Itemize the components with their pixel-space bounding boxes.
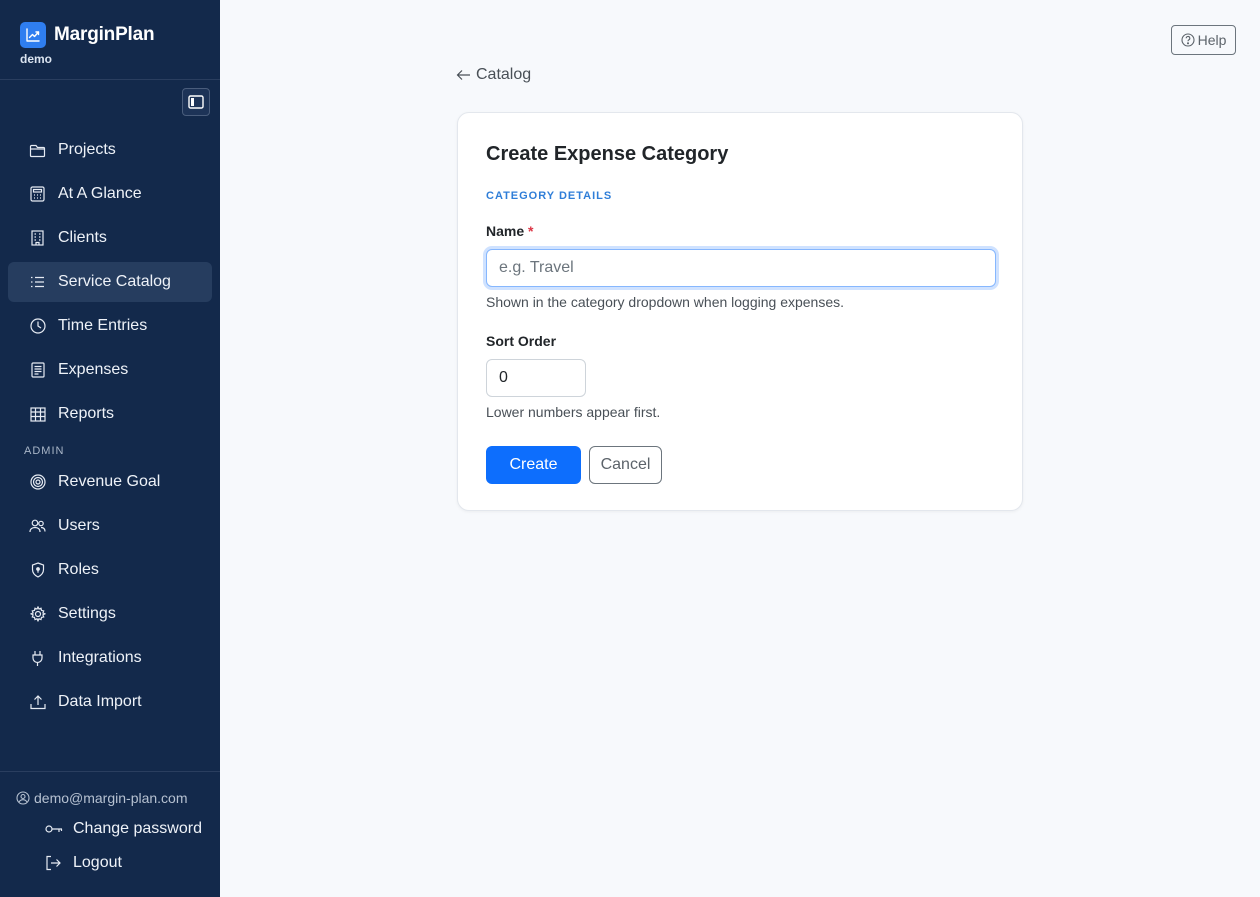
sidebar-item-label: Clients [58, 229, 107, 246]
people-icon [29, 518, 46, 535]
sidebar-item-settings[interactable]: Settings [8, 594, 212, 634]
building-icon [29, 230, 46, 247]
sidebar: MarginPlan demo Projects At A Glance Cli… [0, 0, 220, 897]
sidebar-item-expenses[interactable]: Expenses [8, 350, 212, 390]
sidebar-item-at-a-glance[interactable]: At A Glance [8, 174, 212, 214]
sidebar-divider [0, 79, 220, 80]
sidebar-divider [0, 771, 220, 772]
logout-link[interactable]: Logout [45, 854, 122, 872]
sidebar-item-label: Integrations [58, 649, 142, 666]
sidebar-item-projects[interactable]: Projects [8, 130, 212, 170]
sidebar-item-label: Revenue Goal [58, 473, 161, 490]
sidebar-item-reports[interactable]: Reports [8, 394, 212, 434]
sort-order-label: Sort Order [486, 333, 557, 349]
name-label: Name * [486, 223, 533, 239]
back-link-label: Catalog [476, 66, 532, 83]
sidebar-item-label: Settings [58, 605, 116, 622]
plug-icon [29, 650, 46, 667]
question-circle-icon [1181, 33, 1195, 47]
admin-nav: Revenue Goal Users Roles Settings Integr… [8, 462, 212, 726]
list-icon [29, 274, 46, 291]
sidebar-item-label: Projects [58, 141, 116, 158]
main-nav: Projects At A Glance Clients Service Cat… [8, 130, 212, 438]
user-email: demo@margin-plan.com [16, 790, 188, 806]
sidebar-item-label: At A Glance [58, 185, 142, 202]
sidebar-item-label: Users [58, 517, 100, 534]
sidebar-item-revenue-goal[interactable]: Revenue Goal [8, 462, 212, 502]
name-input[interactable] [486, 249, 996, 287]
page-title: Create Expense Category [486, 143, 729, 165]
gear-icon [29, 606, 46, 623]
brand[interactable]: MarginPlan [20, 22, 155, 48]
required-mark: * [528, 223, 534, 239]
sidebar-item-service-catalog[interactable]: Service Catalog [8, 262, 212, 302]
name-label-text: Name [486, 223, 525, 239]
sidebar-item-time-entries[interactable]: Time Entries [8, 306, 212, 346]
sidebar-item-users[interactable]: Users [8, 506, 212, 546]
receipt-icon [29, 362, 46, 379]
sidebar-item-label: Roles [58, 561, 99, 578]
name-help-text: Shown in the category dropdown when logg… [486, 294, 845, 310]
table-icon [29, 406, 46, 423]
sidebar-item-label: Reports [58, 405, 115, 422]
logout-label: Logout [73, 854, 122, 871]
sidebar-item-integrations[interactable]: Integrations [8, 638, 212, 678]
calculator-icon [29, 186, 46, 203]
chart-line-icon [20, 22, 46, 48]
help-label: Help [1197, 32, 1227, 48]
sidebar-item-label: Data Import [58, 693, 142, 710]
sidebar-item-label: Expenses [58, 361, 129, 378]
upload-icon [29, 694, 46, 711]
sort-order-input[interactable] [486, 359, 586, 397]
shield-icon [29, 562, 46, 579]
sidebar-item-label: Service Catalog [58, 273, 171, 290]
create-category-card: Create Expense Category CATEGORY DETAILS… [457, 112, 1023, 511]
user-circle-icon [16, 791, 30, 805]
back-to-catalog-link[interactable]: Catalog [456, 66, 531, 84]
sidebar-item-clients[interactable]: Clients [8, 218, 212, 258]
sidebar-toggle-button[interactable] [182, 88, 210, 116]
sidebar-item-label: Time Entries [58, 317, 148, 334]
nav-section-admin: ADMIN [24, 445, 65, 457]
folder-icon [29, 142, 46, 159]
arrow-left-icon [456, 69, 471, 81]
target-icon [29, 474, 46, 491]
change-password-label: Change password [73, 820, 202, 837]
key-icon [45, 824, 63, 834]
sort-order-help-text: Lower numbers appear first. [486, 404, 661, 420]
app-name: MarginPlan [54, 24, 155, 45]
sidebar-item-roles[interactable]: Roles [8, 550, 212, 590]
help-button[interactable]: Help [1171, 25, 1236, 55]
cancel-button[interactable]: Cancel [589, 446, 662, 484]
sidebar-toggle-icon [188, 95, 204, 109]
sidebar-item-data-import[interactable]: Data Import [8, 682, 212, 722]
logout-icon [45, 855, 63, 871]
clock-icon [29, 318, 46, 335]
change-password-link[interactable]: Change password [45, 820, 202, 838]
section-heading: CATEGORY DETAILS [486, 190, 613, 202]
org-name: demo [20, 52, 53, 66]
user-email-text: demo@margin-plan.com [34, 790, 188, 806]
create-button[interactable]: Create [486, 446, 581, 484]
